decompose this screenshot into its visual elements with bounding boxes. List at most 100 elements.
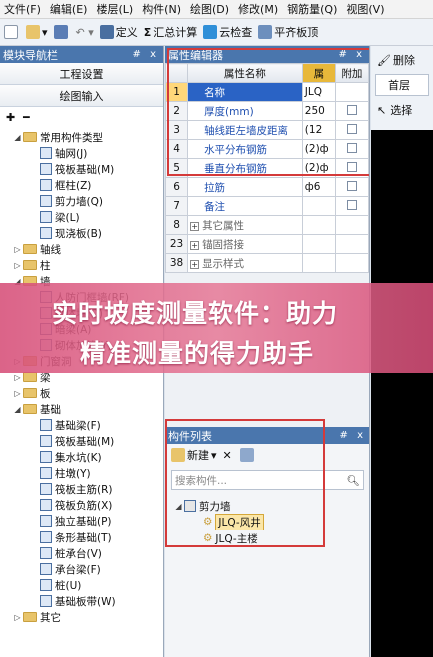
expand-group-icon[interactable]: + xyxy=(190,221,200,231)
property-value-cell[interactable] xyxy=(301,234,336,254)
tree-node-row[interactable]: 桩(U) xyxy=(0,577,163,593)
tree-folder-row[interactable]: ▷ 轴线 xyxy=(0,241,163,257)
add-checkbox[interactable] xyxy=(346,104,357,115)
tree-node-row[interactable]: 柱墩(Y) xyxy=(0,465,163,481)
tree-node-row[interactable]: 现浇板(B) xyxy=(0,225,163,241)
tree-folder-row[interactable]: ◢ 基础 xyxy=(0,401,163,417)
component-item[interactable]: ⚙ JLQ-主楼 xyxy=(173,530,369,546)
open-folder-button[interactable]: ▾ xyxy=(26,25,48,39)
property-value-cell[interactable]: (12 xyxy=(301,120,336,140)
tree-node-row[interactable]: 梁(L) xyxy=(0,209,163,225)
tree-folder-row[interactable]: ▷ 板 xyxy=(0,385,163,401)
sum-button[interactable]: Σ 汇总计算 xyxy=(144,24,198,40)
sum-label: 汇总计算 xyxy=(153,26,198,39)
property-row[interactable]: 38 + 显示样式 xyxy=(165,253,369,273)
menu-item[interactable]: 编辑(E) xyxy=(50,1,88,17)
tree-node-row[interactable]: 承台梁(F) xyxy=(0,561,163,577)
tree-node-row[interactable]: 条形基础(T) xyxy=(0,529,163,545)
add-checkbox[interactable] xyxy=(346,180,357,191)
tree-node-row[interactable]: 基础梁(F) xyxy=(0,417,163,433)
new-component-button[interactable]: 新建 xyxy=(187,447,209,463)
add-checkbox[interactable] xyxy=(346,161,357,172)
add-checkbox[interactable] xyxy=(346,142,357,153)
property-row[interactable]: 23 + 锚固搭接 xyxy=(165,234,369,254)
tree-node-row[interactable]: 框柱(Z) xyxy=(0,177,163,193)
floor-select[interactable]: 首层 xyxy=(375,74,429,96)
property-row[interactable]: 3 轴线距左墙皮距离 (12 xyxy=(165,120,369,140)
new-file-button[interactable] xyxy=(4,25,20,39)
search-icon[interactable]: 🔍︎ xyxy=(347,474,363,487)
property-value-cell[interactable]: ф6 xyxy=(301,177,336,197)
expand-group-icon[interactable]: + xyxy=(190,259,200,269)
tree-folder-row[interactable]: ▷ 其它 xyxy=(0,609,163,625)
tree-folder-row[interactable]: ◢ 常用构件类型 xyxy=(0,129,163,145)
property-value-cell[interactable]: JLQ xyxy=(301,82,336,102)
menu-item[interactable]: 楼层(L) xyxy=(96,1,133,17)
tree-folder-row[interactable]: ▷ 柱 xyxy=(0,257,163,273)
panel-pin-close-icon[interactable]: # x xyxy=(339,49,369,60)
property-value-cell[interactable]: (2)ф xyxy=(301,158,336,178)
tree-item-label: 筏板基础(M) xyxy=(55,435,115,448)
property-row[interactable]: 6 拉筋 ф6 xyxy=(165,177,369,197)
property-add-cell xyxy=(334,82,369,102)
expand-icon[interactable]: ▷ xyxy=(12,389,23,398)
folder-icon xyxy=(23,388,37,398)
tree-node-row[interactable]: 筏板基础(M) xyxy=(0,161,163,177)
panel-pin-close-icon[interactable]: # x xyxy=(340,430,369,441)
menu-item[interactable]: 钢筋量(Q) xyxy=(287,1,337,17)
property-row[interactable]: 2 厚度(mm) 250 xyxy=(165,101,369,121)
property-value-cell[interactable] xyxy=(301,215,336,235)
project-settings-button[interactable]: 工程设置 xyxy=(0,63,163,85)
comp-list-title-bar: 构件列表 # x xyxy=(165,427,369,444)
delete-icon[interactable]: ✕ xyxy=(223,449,232,462)
brush-delete-button[interactable]: 🖌︎ 删除 xyxy=(371,46,433,74)
tree-node-row[interactable]: 剪力墙(Q) xyxy=(0,193,163,209)
define-button[interactable]: 定义 xyxy=(99,24,138,40)
tree-node-row[interactable]: 基础板带(W) xyxy=(0,593,163,609)
collapse-icon[interactable]: ◢ xyxy=(12,133,23,142)
panel-pin-close-icon[interactable]: # x xyxy=(133,49,163,60)
menu-item[interactable]: 文件(F) xyxy=(4,1,41,17)
menu-item[interactable]: 视图(V) xyxy=(346,1,384,17)
property-value-cell[interactable]: 250 xyxy=(301,101,336,121)
component-group-row[interactable]: ◢ 剪力墙 xyxy=(173,498,369,514)
menu-item[interactable]: 修改(M) xyxy=(238,1,278,17)
property-row[interactable]: 1 名称 JLQ xyxy=(165,82,369,102)
add-checkbox[interactable] xyxy=(346,123,357,134)
copy-icon[interactable] xyxy=(239,448,254,462)
property-row[interactable]: 5 垂直分布钢筋 (2)ф xyxy=(165,158,369,178)
tree-node-row[interactable]: 集水坑(K) xyxy=(0,449,163,465)
property-value-cell[interactable] xyxy=(301,253,336,273)
tree-node-row[interactable]: 筏板基础(M) xyxy=(0,433,163,449)
flat-top-button[interactable]: 平齐板顶 xyxy=(258,24,318,40)
property-row[interactable]: 4 水平分布钢筋 (2)ф xyxy=(165,139,369,159)
expand-icon[interactable]: ▷ xyxy=(12,613,23,622)
drawing-input-button[interactable]: 绘图输入 xyxy=(0,85,163,107)
cloud-check-button[interactable]: 云检查 xyxy=(203,24,252,40)
component-item[interactable]: ⚙ JLQ-风井 xyxy=(173,514,369,530)
expand-collapse-icons[interactable]: ✚ ━ xyxy=(0,107,163,127)
tree-node-row[interactable]: 桩承台(V) xyxy=(0,545,163,561)
collapse-icon[interactable]: ◢ xyxy=(12,405,23,414)
component-search-input[interactable]: 搜索构件... 🔍︎ xyxy=(171,470,364,490)
menu-item[interactable]: 构件(N) xyxy=(142,1,181,17)
tree-node-row[interactable]: 轴网(J) xyxy=(0,145,163,161)
tree-node-row[interactable]: 独立基础(P) xyxy=(0,513,163,529)
tree-node-row[interactable]: 筏板主筋(R) xyxy=(0,481,163,497)
property-value-cell[interactable]: (2)ф xyxy=(301,139,336,159)
property-row[interactable]: 7 备注 xyxy=(165,196,369,216)
property-name: 显示样式 xyxy=(202,257,245,270)
menu-item[interactable]: 绘图(D) xyxy=(190,1,229,17)
expand-group-icon[interactable]: + xyxy=(190,240,200,250)
property-value-cell[interactable] xyxy=(301,196,336,216)
expand-icon[interactable]: ▷ xyxy=(12,245,23,254)
expand-icon[interactable]: ▷ xyxy=(12,373,23,382)
property-row[interactable]: 8 + 其它属性 xyxy=(165,215,369,235)
select-button[interactable]: ↖ 选择 xyxy=(371,96,433,124)
add-checkbox[interactable] xyxy=(346,199,357,210)
undo-button[interactable]: ↶ ▾ xyxy=(76,26,94,39)
save-button[interactable] xyxy=(53,25,70,39)
tree-node-row[interactable]: 筏板负筋(X) xyxy=(0,497,163,513)
property-name-cell: 拉筋 xyxy=(187,177,303,197)
expand-icon[interactable]: ▷ xyxy=(12,261,23,270)
